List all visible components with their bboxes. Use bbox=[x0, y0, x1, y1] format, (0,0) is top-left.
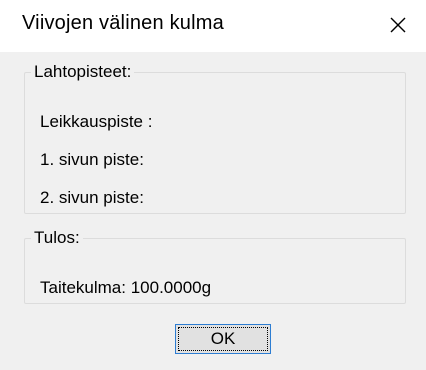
intersection-point-label: Leikkauspiste : bbox=[40, 112, 153, 131]
starting-points-legend: Lahtopisteet: bbox=[34, 62, 132, 81]
side1-point-label: 1. sivun piste: bbox=[40, 150, 144, 169]
close-button[interactable] bbox=[384, 11, 412, 39]
dialog-window: Viivojen välinen kulma Lahtopisteet: Lei… bbox=[0, 0, 426, 370]
ok-button[interactable]: OK bbox=[175, 324, 271, 354]
angle-result-text: Taitekulma: 100.0000g bbox=[40, 278, 212, 297]
window-title: Viivojen välinen kulma bbox=[22, 12, 224, 34]
close-icon bbox=[390, 17, 406, 33]
dialog-client-area: Lahtopisteet: Leikkauspiste : 1. sivun p… bbox=[0, 52, 426, 370]
result-legend: Tulos: bbox=[34, 228, 80, 247]
side2-point-label: 2. sivun piste: bbox=[40, 188, 144, 207]
title-bar: Viivojen välinen kulma bbox=[0, 0, 426, 52]
